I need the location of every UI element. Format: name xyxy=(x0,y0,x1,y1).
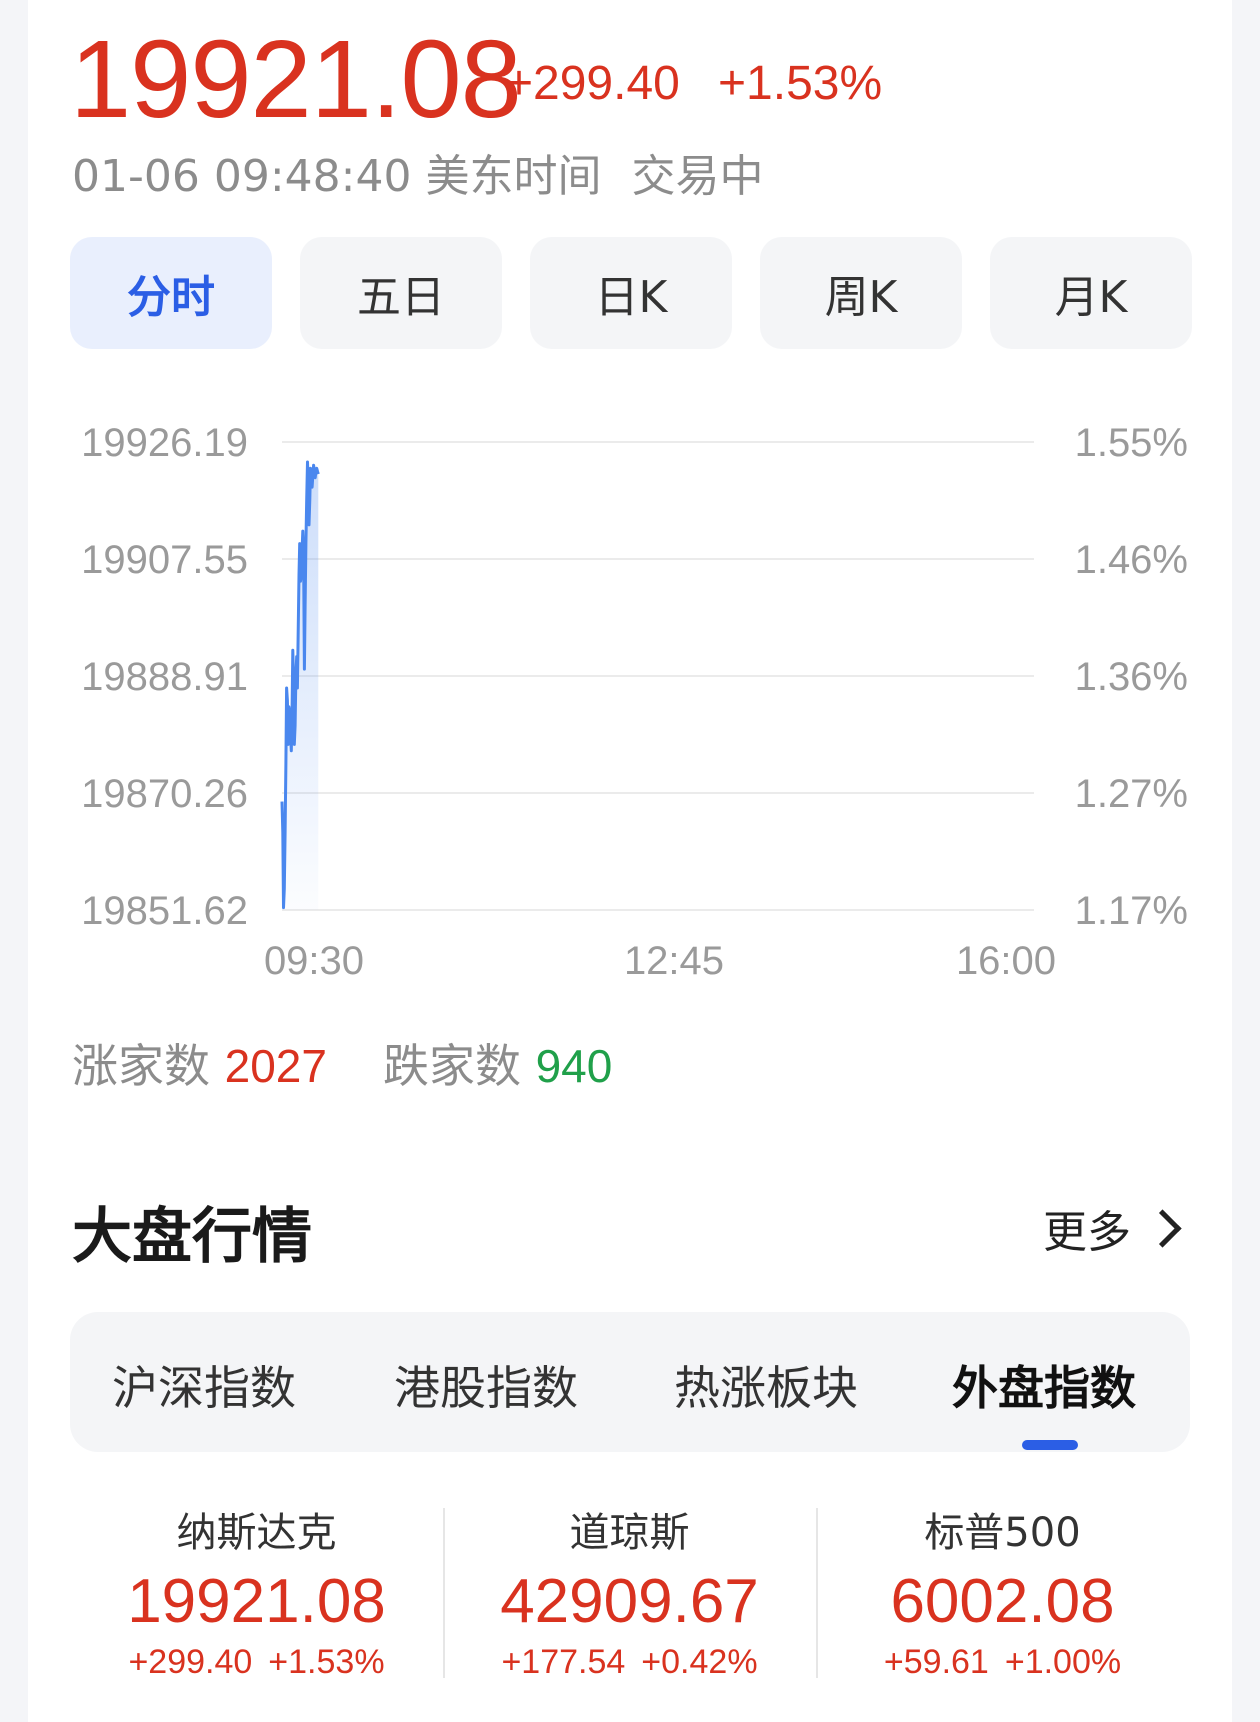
index-change: +299.40 xyxy=(505,57,680,110)
chevron-right-icon xyxy=(1143,1208,1182,1248)
y-tick-label: 19870.26 xyxy=(81,772,248,816)
market-section-title: 大盘行情 xyxy=(72,1202,312,1272)
index-item-sp500[interactable]: 标普500 6002.08 +59.61 +1.00% xyxy=(816,1490,1189,1682)
index-item-price: 6002.08 xyxy=(890,1567,1115,1636)
y-tick-label: 19907.55 xyxy=(81,538,248,582)
y-tick-label: 19888.91 xyxy=(81,655,248,699)
index-category-tabs: 沪深指数 港股指数 热涨板块 外盘指数 xyxy=(70,1312,1190,1452)
market-breadth: 涨家数 2027 跌家数 940 xyxy=(72,1030,612,1096)
index-name: 标普500 xyxy=(924,1510,1081,1556)
y-pct-tick-label: 1.36% xyxy=(1075,655,1188,699)
tab-hk-indices[interactable]: 港股指数 xyxy=(394,1352,578,1418)
index-item-change-pct: +1.00% xyxy=(1004,1643,1122,1681)
index-item-change-pct: +1.53% xyxy=(268,1643,385,1681)
index-name: 道琼斯 xyxy=(569,1510,690,1556)
y-tick-label: 19851.62 xyxy=(81,889,248,933)
price-area-fill xyxy=(282,462,319,910)
advancers-count: 2027 xyxy=(224,1040,327,1092)
index-item-change: +299.40 +1.53% xyxy=(70,1643,443,1682)
y-pct-tick-label: 1.27% xyxy=(1075,772,1188,816)
x-tick-label: 12:45 xyxy=(624,939,724,983)
y-pct-tick-label: 1.46% xyxy=(1075,538,1188,582)
decliners-count: 940 xyxy=(535,1040,613,1092)
index-item-change-pct: +0.42% xyxy=(641,1643,758,1681)
index-item-change-abs: +299.40 xyxy=(128,1643,253,1681)
index-name: 纳斯达克 xyxy=(176,1510,337,1556)
active-tab-indicator xyxy=(1022,1440,1078,1450)
intraday-chart[interactable]: 19926.19 19907.55 19888.91 19870.26 19851.62… xyxy=(0,400,1260,1000)
index-item-price: 19921.08 xyxy=(127,1567,386,1636)
x-tick-label: 09:30 xyxy=(264,939,364,983)
tab-five-day[interactable]: 五日 xyxy=(300,237,502,349)
tab-month-k[interactable]: 月K xyxy=(990,237,1192,349)
index-list: 纳斯达克 19921.08 +299.40 +1.53% 道琼斯 42909.67… xyxy=(70,1490,1190,1690)
tab-day-k[interactable]: 日K xyxy=(530,237,732,349)
index-item-change-abs: +177.54 xyxy=(501,1643,626,1681)
tab-a-share-indices[interactable]: 沪深指数 xyxy=(112,1352,296,1418)
market-status: 交易中 xyxy=(631,151,764,202)
index-item-dow[interactable]: 道琼斯 42909.67 +177.54 +0.42% xyxy=(443,1490,816,1682)
tab-week-k[interactable]: 周K xyxy=(760,237,962,349)
quote-timestamp: 01-06 09:48:40 美东时间 xyxy=(72,151,602,202)
tab-foreign-indices[interactable]: 外盘指数 xyxy=(952,1352,1136,1418)
index-item-change-abs: +59.61 xyxy=(883,1643,989,1681)
index-change-pct: +1.53% xyxy=(718,57,883,110)
y-pct-tick-label: 1.17% xyxy=(1075,889,1188,933)
quote-status-line: 01-06 09:48:40 美东时间 交易中 xyxy=(72,140,763,204)
index-item-nasdaq[interactable]: 纳斯达克 19921.08 +299.40 +1.53% xyxy=(70,1490,443,1682)
more-label: 更多 xyxy=(1043,1207,1131,1258)
index-item-price: 42909.67 xyxy=(500,1567,759,1636)
index-item-change: +177.54 +0.42% xyxy=(443,1643,816,1682)
tab-hot-sectors[interactable]: 热涨板块 xyxy=(674,1352,858,1418)
index-price: 19921.08 xyxy=(70,18,522,141)
more-link[interactable]: 更多 xyxy=(1043,1196,1182,1260)
y-tick-label: 19926.19 xyxy=(81,421,248,465)
x-tick-label: 16:00 xyxy=(956,939,1056,983)
y-pct-tick-label: 1.55% xyxy=(1075,421,1188,465)
index-item-change: +59.61 +1.00% xyxy=(816,1643,1189,1682)
decliners-label: 跌家数 xyxy=(382,1039,521,1093)
advancers-label: 涨家数 xyxy=(72,1039,210,1093)
tab-intraday[interactable]: 分时 xyxy=(70,237,272,349)
